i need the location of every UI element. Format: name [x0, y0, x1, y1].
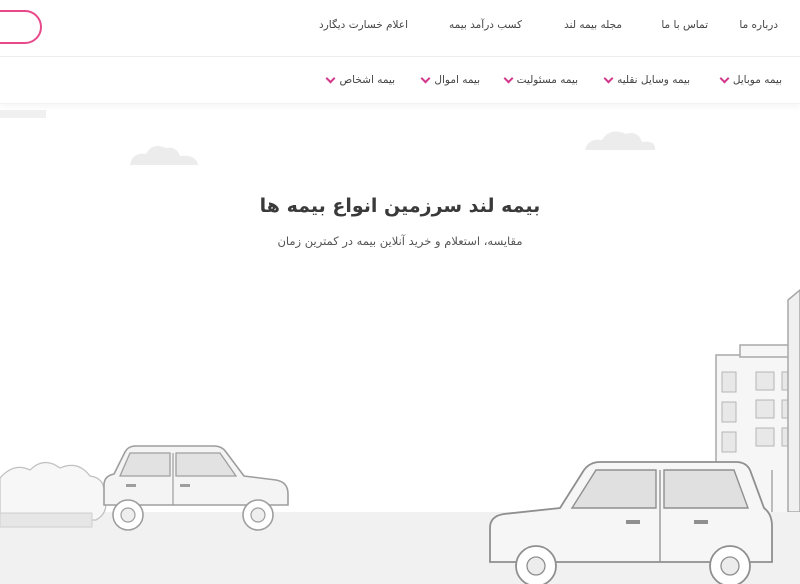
bush-icon: [0, 461, 107, 521]
scroll-tab-decoration: [0, 110, 46, 118]
cloud-icon: [130, 146, 198, 165]
cloud-icon: [585, 131, 656, 150]
hero-illustration: [0, 110, 800, 584]
planter: [0, 512, 93, 528]
hero-subtitle: مقایسه، استعلام و خرید آنلاین بیمه در کم…: [277, 234, 523, 248]
hero-title: بیمه لند سرزمین انواع بیمه ها: [259, 195, 541, 217]
